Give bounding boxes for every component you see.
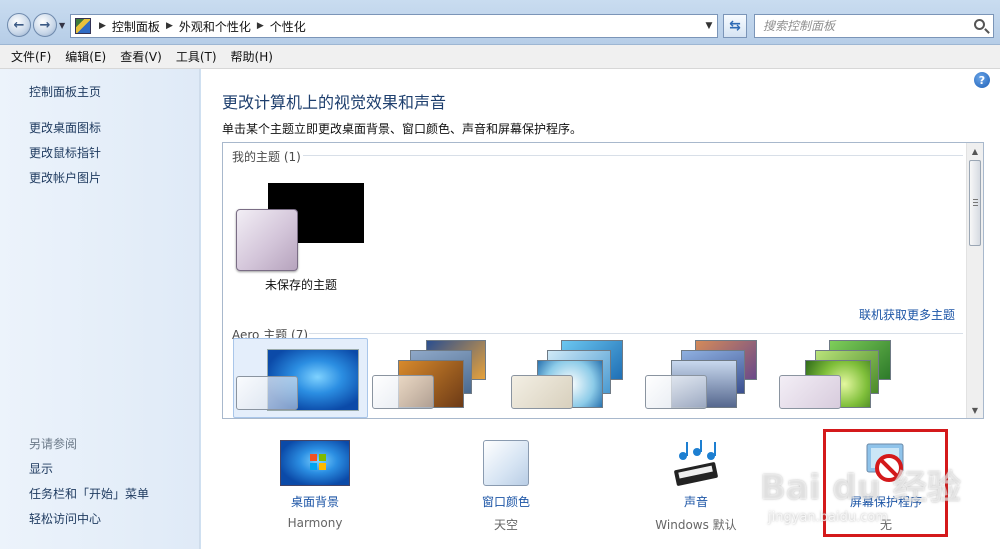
theme-window-preview	[645, 375, 707, 409]
scroll-thumb[interactable]	[969, 160, 981, 246]
menu-bar: 文件(F) 编辑(E) 查看(V) 工具(T) 帮助(H)	[0, 45, 1000, 69]
change-desktop-icons-link[interactable]: 更改桌面图标	[29, 119, 101, 136]
desktop-background-label[interactable]: 桌面背景	[240, 493, 390, 510]
grip-icon	[973, 199, 978, 200]
theme-window-preview	[511, 375, 573, 409]
divider	[309, 333, 963, 334]
address-bar[interactable]: ▶ 控制面板 ▶ 外观和个性化 ▶ 个性化 ▼	[70, 14, 718, 38]
aero-theme-nature[interactable]	[775, 338, 910, 418]
themes-scrollbar[interactable]: ▲ ▼	[966, 143, 983, 418]
unsaved-theme-label[interactable]: 未保存的主题	[265, 276, 337, 293]
search-input[interactable]	[763, 19, 963, 33]
sounds-setting[interactable]: 声音 Windows 默认	[621, 437, 771, 547]
screensaver-highlight-box	[823, 429, 948, 537]
get-more-themes-online-link[interactable]: 联机获取更多主题	[859, 306, 955, 323]
control-panel-icon	[75, 18, 91, 34]
window-color-label[interactable]: 窗口颜色	[431, 493, 581, 510]
breadcrumb-personalization[interactable]: 个性化	[270, 18, 306, 35]
window-color-value: 天空	[493, 518, 518, 532]
chevron-right-icon[interactable]: ▶	[99, 21, 106, 31]
desktop-background-value: Harmony	[287, 516, 343, 530]
sounds-label[interactable]: 声音	[621, 493, 771, 510]
desktop-background-setting[interactable]: 桌面背景 Harmony	[240, 437, 390, 547]
aero-theme-windows7[interactable]	[233, 338, 368, 418]
forward-button[interactable]: →	[33, 13, 57, 37]
help-button[interactable]: ?	[974, 72, 990, 88]
breadcrumb-appearance[interactable]: 外观和个性化	[179, 18, 251, 35]
search-box[interactable]	[754, 14, 994, 38]
ease-of-access-link[interactable]: 轻松访问中心	[29, 510, 101, 527]
menu-view[interactable]: 查看(V)	[113, 48, 169, 65]
theme-window-preview	[779, 375, 841, 409]
music-notes-icon	[671, 440, 721, 488]
unsaved-theme-tile[interactable]	[236, 183, 364, 275]
navigation-pane: 控制面板主页 更改桌面图标 更改鼠标指针 更改帐户图片 另请参阅 显示 任务栏和…	[0, 69, 200, 549]
refresh-button[interactable]: ⇆	[723, 14, 747, 38]
divider	[303, 155, 963, 156]
breadcrumb-control-panel[interactable]: 控制面板	[112, 18, 160, 35]
refresh-icon: ⇆	[729, 18, 741, 34]
theme-window-preview	[236, 376, 298, 410]
aero-theme-characters[interactable]	[507, 338, 642, 418]
back-button[interactable]: ←	[7, 13, 31, 37]
page-description: 单击某个主题立即更改桌面背景、窗口颜色、声音和屏幕保护程序。	[222, 122, 583, 136]
taskbar-start-menu-link[interactable]: 任务栏和「开始」菜单	[29, 485, 149, 502]
chevron-right-icon[interactable]: ▶	[166, 21, 173, 31]
theme-window-preview	[236, 209, 298, 271]
recent-pages-dropdown[interactable]: ▼	[59, 21, 65, 30]
chevron-down-icon[interactable]: ▼	[701, 15, 717, 37]
search-icon[interactable]	[974, 19, 985, 30]
window-color-setting[interactable]: 窗口颜色 天空	[431, 437, 581, 547]
change-account-picture-link[interactable]: 更改帐户图片	[29, 169, 101, 186]
control-panel-home-link[interactable]: 控制面板主页	[29, 83, 101, 100]
help-icon: ?	[978, 73, 986, 87]
windows-logo-icon	[310, 454, 326, 470]
chevron-right-icon[interactable]: ▶	[257, 21, 264, 31]
title-bar: ← → ▼ ▶ 控制面板 ▶ 外观和个性化 ▶ 个性化 ▼ ⇆	[0, 0, 1000, 45]
desktop-background-icon	[280, 440, 350, 486]
menu-file[interactable]: 文件(F)	[4, 48, 58, 65]
theme-window-preview	[372, 375, 434, 409]
aero-theme-architecture[interactable]	[368, 338, 503, 418]
see-also-heading: 另请参阅	[29, 437, 78, 451]
menu-tools[interactable]: 工具(T)	[169, 48, 224, 65]
menu-help[interactable]: 帮助(H)	[224, 48, 280, 65]
display-link[interactable]: 显示	[29, 460, 53, 477]
menu-edit[interactable]: 编辑(E)	[58, 48, 113, 65]
scroll-down-arrow-icon[interactable]: ▼	[967, 402, 983, 418]
sounds-value: Windows 默认	[655, 518, 737, 532]
aero-theme-landscapes[interactable]	[641, 338, 776, 418]
arrow-right-icon: →	[39, 17, 51, 33]
page-title: 更改计算机上的视觉效果和声音	[222, 93, 447, 112]
change-mouse-pointers-link[interactable]: 更改鼠标指针	[29, 144, 101, 161]
scroll-up-arrow-icon[interactable]: ▲	[967, 143, 983, 159]
arrow-left-icon: ←	[13, 17, 25, 33]
themes-list[interactable]: 我的主题 (1) 未保存的主题 联机获取更多主题 Aero 主题 (7) ▲ ▼	[222, 142, 984, 419]
my-themes-heading: 我的主题 (1)	[232, 150, 301, 164]
window-color-icon	[483, 440, 529, 486]
